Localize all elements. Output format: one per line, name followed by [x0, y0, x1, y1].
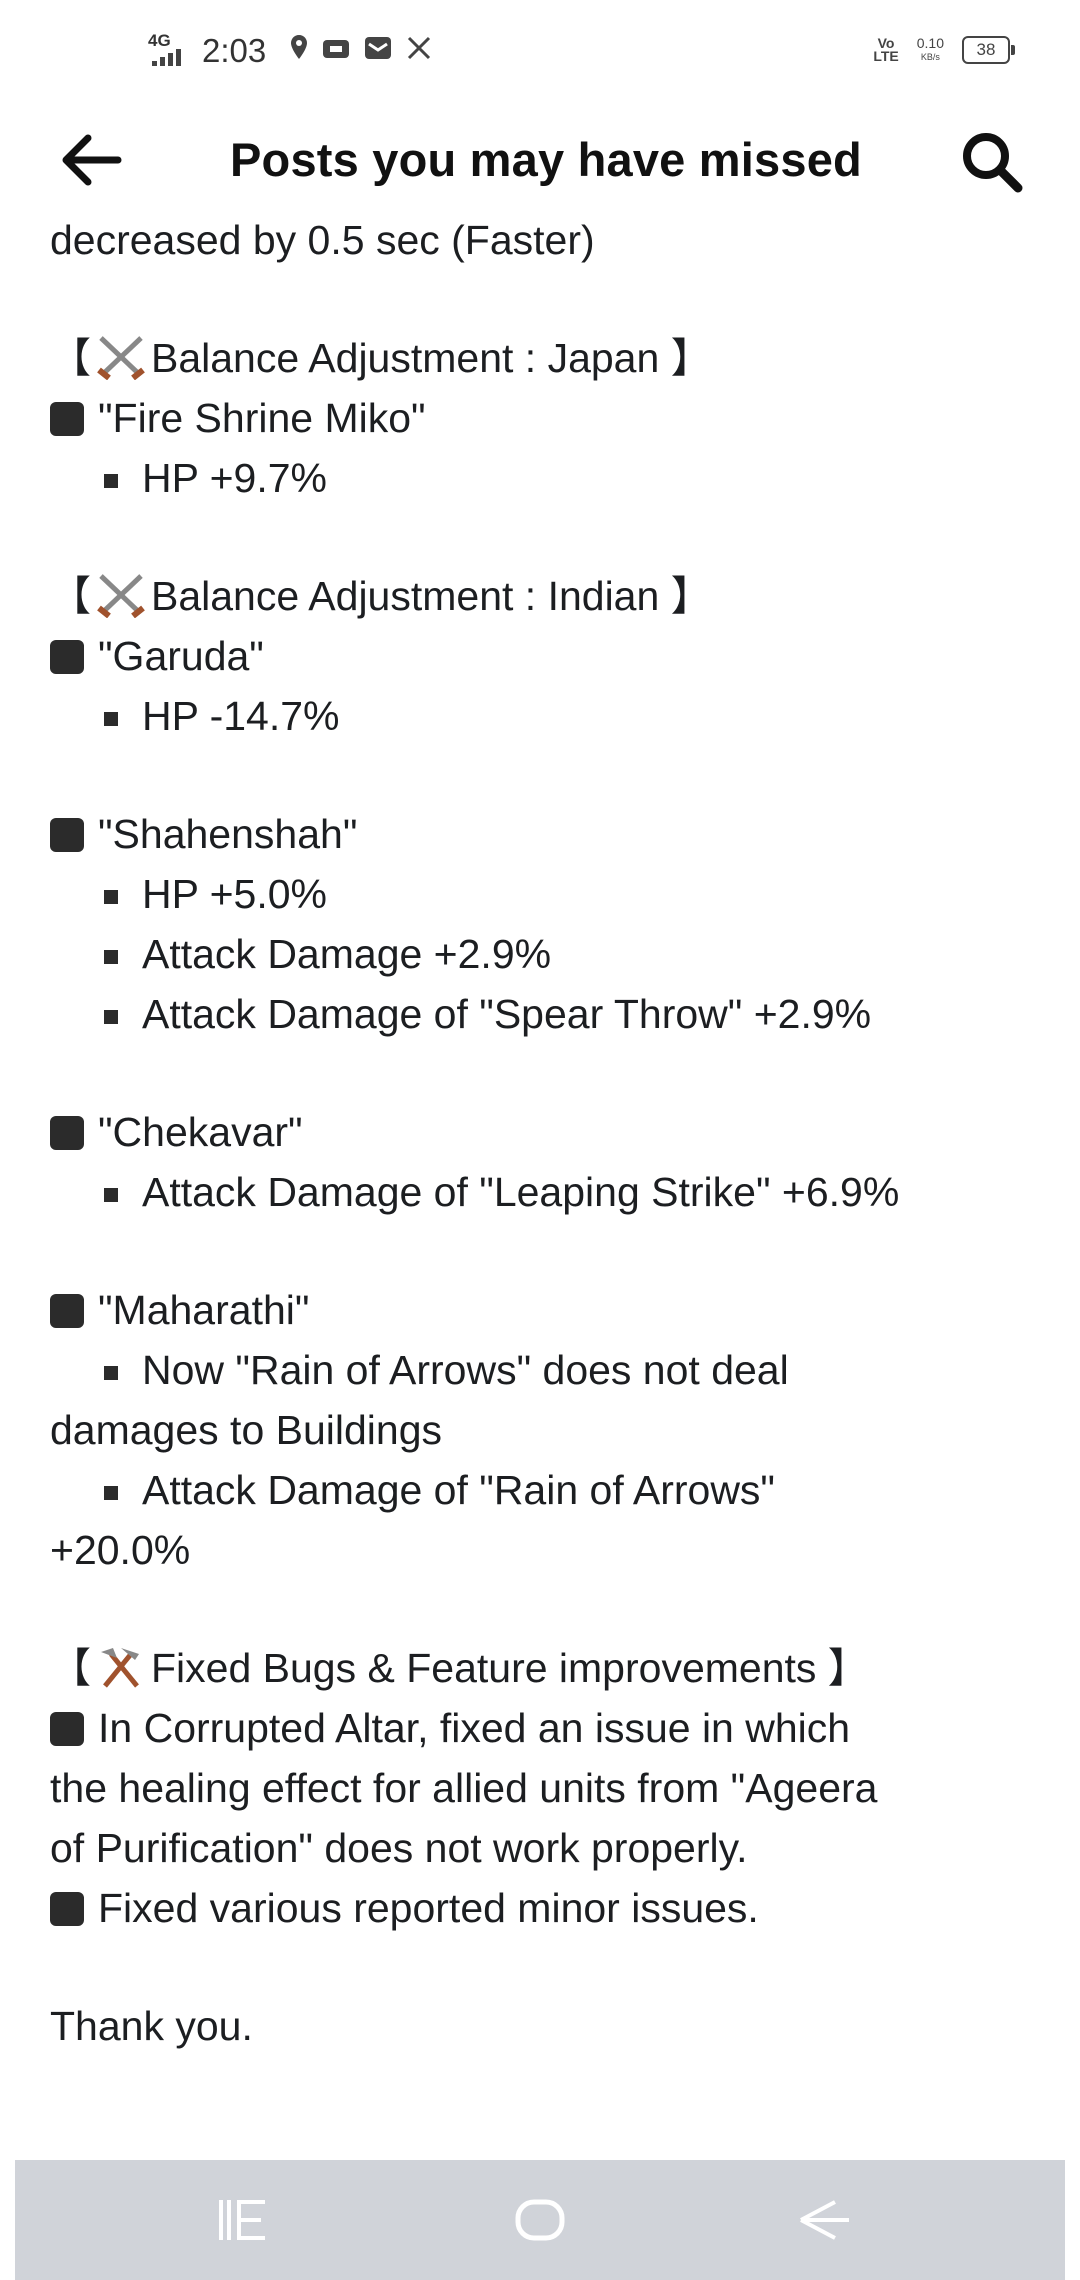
bug-continuation: of Purification" does not work properly. [50, 1825, 748, 1871]
bracket-open: 【 [50, 335, 91, 381]
change-item: Now "Rain of Arrows" does not deal [50, 1340, 1050, 1400]
section-title: Balance Adjustment : Indian [151, 573, 660, 619]
speed-unit: KB/s [920, 52, 940, 62]
section-heading-bugs: 【 Fixed Bugs & Feature improvements 】 [50, 1638, 1050, 1698]
recent-apps-icon[interactable] [215, 2192, 275, 2248]
crossed-swords-icon [95, 334, 147, 381]
change-item: Attack Damage of "Leaping Strike" +6.9% [50, 1162, 1050, 1222]
unit-name: "Fire Shrine Miko" [50, 388, 1050, 448]
unit-name: "Shahenshah" [50, 804, 1050, 864]
small-square-icon [104, 1486, 118, 1500]
black-square-icon [50, 1116, 84, 1150]
small-square-icon [104, 1010, 118, 1024]
bracket-close: 】 [827, 1645, 869, 1691]
lte-label: LTE [873, 48, 899, 64]
unit-label: "Chekavar" [98, 1109, 303, 1155]
bug-item: Fixed various reported minor issues. [50, 1878, 1050, 1938]
battery-level: 38 [976, 40, 996, 59]
change-item: Attack Damage of "Spear Throw" +2.9% [50, 984, 1050, 1044]
small-square-icon [104, 712, 118, 726]
bracket-close: 】 [670, 573, 712, 619]
location-icon [290, 34, 308, 68]
change-label: HP -14.7% [142, 693, 340, 739]
speed-value: 0.10 [916, 35, 944, 51]
arrow-left-icon[interactable] [56, 128, 126, 192]
page-title: Posts you may have missed [230, 133, 862, 186]
section-title: Fixed Bugs & Feature improvements [151, 1645, 817, 1691]
bug-continuation: the healing effect for allied units from… [50, 1765, 878, 1811]
change-label: Attack Damage of "Leaping Strike" +6.9% [142, 1169, 900, 1215]
intro-text: decreased by 0.5 sec (Faster) [50, 217, 595, 263]
change-label: Attack Damage +2.9% [142, 931, 552, 977]
section-title: Balance Adjustment : Japan [151, 335, 660, 381]
status-right: Vo LTE 0.10 KB/s 38 [873, 36, 1015, 64]
bug-item: In Corrupted Altar, fixed an issue in wh… [50, 1698, 1050, 1758]
volte-indicator: Vo LTE [873, 36, 899, 64]
bracket-open: 【 [50, 1645, 91, 1691]
small-square-icon [104, 1188, 118, 1202]
small-square-icon [104, 890, 118, 904]
unit-name: "Garuda" [50, 626, 1050, 686]
black-square-icon [50, 1294, 84, 1328]
post-body: decreased by 0.5 sec (Faster) 【 Balance … [50, 210, 1050, 2056]
battery-icon: 38 [962, 36, 1015, 64]
status-left: 4G 2:03 [148, 32, 432, 70]
small-square-icon [104, 950, 118, 964]
back-icon[interactable] [795, 2192, 855, 2248]
change-item: HP +5.0% [50, 864, 1050, 924]
hammer-pick-icon [95, 1644, 147, 1690]
network-type: 4G [148, 31, 171, 50]
signal-icon: 4G [148, 31, 190, 68]
bug-text: Fixed various reported minor issues. [98, 1885, 759, 1931]
search-icon[interactable] [958, 128, 1026, 196]
unit-label: "Maharathi" [98, 1287, 310, 1333]
network-speed: 0.10 KB/s [917, 36, 944, 64]
crossed-swords-icon [95, 572, 147, 619]
small-square-icon [104, 1366, 118, 1380]
black-square-icon [50, 640, 84, 674]
change-label: Now "Rain of Arrows" does not deal [142, 1347, 789, 1393]
top-app-bar: Posts you may have missed [0, 110, 1080, 210]
unit-label: "Fire Shrine Miko" [98, 395, 426, 441]
section-heading-japan: 【 Balance Adjustment : Japan 】 [50, 328, 1050, 388]
status-bar: 4G 2:03 Vo LTE 0.10 KB/s 38 [0, 0, 1080, 110]
closing-text: Thank you. [50, 2003, 253, 2049]
bracket-open: 【 [50, 573, 91, 619]
black-square-icon [50, 1892, 84, 1926]
small-square-icon [104, 474, 118, 488]
change-item: Attack Damage of "Rain of Arrows" [50, 1460, 1050, 1520]
bug-text: In Corrupted Altar, fixed an issue in wh… [98, 1705, 851, 1751]
x-app-icon [406, 34, 432, 68]
clock: 2:03 [202, 32, 267, 69]
change-label: HP +5.0% [142, 871, 328, 917]
unit-label: "Shahenshah" [98, 811, 358, 857]
change-item: Attack Damage +2.9% [50, 924, 1050, 984]
change-continuation: damages to Buildings [50, 1407, 443, 1453]
change-item: HP +9.7% [50, 448, 1050, 508]
black-square-icon [50, 818, 84, 852]
system-nav-bar [15, 2160, 1065, 2280]
unit-label: "Garuda" [98, 633, 264, 679]
video-icon [322, 34, 350, 68]
section-heading-indian: 【 Balance Adjustment : Indian 】 [50, 566, 1050, 626]
bracket-close: 】 [670, 335, 712, 381]
change-label: HP +9.7% [142, 455, 328, 501]
change-label: Attack Damage of "Spear Throw" +2.9% [142, 991, 872, 1037]
black-square-icon [50, 402, 84, 436]
change-item: HP -14.7% [50, 686, 1050, 746]
home-icon[interactable] [510, 2192, 570, 2248]
mail-icon [364, 34, 392, 68]
change-continuation: +20.0% [50, 1527, 191, 1573]
black-square-icon [50, 1712, 84, 1746]
unit-name: "Chekavar" [50, 1102, 1050, 1162]
change-label: Attack Damage of "Rain of Arrows" [142, 1467, 775, 1513]
unit-name: "Maharathi" [50, 1280, 1050, 1340]
